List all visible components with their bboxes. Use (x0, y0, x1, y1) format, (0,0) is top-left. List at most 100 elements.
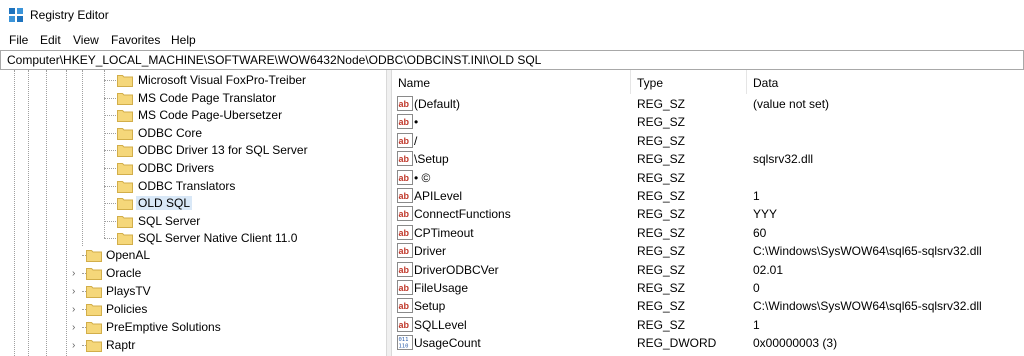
value-row[interactable]: ab / REG_SZ (392, 132, 1024, 150)
address-path[interactable]: Computer\HKEY_LOCAL_MACHINE\SOFTWARE\WOW… (7, 53, 541, 67)
tree-item-label[interactable]: ODBC Driver 13 for SQL Server (136, 143, 310, 157)
tree-item-label[interactable]: Microsoft Visual FoxPro-Treiber (136, 73, 308, 87)
value-type: REG_DWORD (637, 336, 717, 351)
folder-icon (86, 304, 102, 316)
tree-item-label[interactable]: ODBC Core (136, 126, 204, 140)
tree-guide-line (104, 132, 116, 134)
tree-item-label[interactable]: Oracle (104, 266, 143, 280)
tree-item[interactable]: › Oracle (66, 265, 366, 282)
tree-item-label[interactable]: OLD SQL (136, 196, 193, 211)
value-type: REG_SZ (637, 262, 686, 277)
address-bar[interactable]: Computer\HKEY_LOCAL_MACHINE\SOFTWARE\WOW… (0, 50, 1024, 70)
column-header-data[interactable]: Data (753, 76, 778, 90)
menu-edit[interactable]: Edit (40, 33, 61, 47)
tree-item[interactable]: MS Code Page-Ubersetzer (104, 107, 384, 124)
menu-view[interactable]: View (73, 33, 99, 47)
menu-file[interactable]: File (9, 33, 28, 47)
value-name: APILevel (414, 189, 463, 203)
tree-item-label[interactable]: Policies (104, 302, 149, 316)
tree-item-label[interactable]: MS Code Page Translator (136, 91, 278, 105)
tree-item-label[interactable]: PreEmptive Solutions (104, 320, 223, 334)
tree-item[interactable]: SQL Server (104, 213, 384, 230)
value-row[interactable]: ab (Default) REG_SZ (value not set) (392, 95, 1024, 113)
tree-item[interactable]: SQL Server Native Client 11.0 (104, 230, 384, 247)
tree-item-label[interactable]: SQL Server Native Client 11.0 (136, 231, 299, 245)
tree-item[interactable]: › Policies (66, 301, 366, 318)
tree-item[interactable]: › PlaysTV (66, 283, 366, 300)
tree-item[interactable]: ODBC Driver 13 for SQL Server (104, 142, 384, 159)
tree-item-label[interactable]: OpenAL (104, 248, 152, 262)
value-name: • (414, 115, 419, 130)
value-row[interactable]: ab FileUsage REG_SZ 0 (392, 279, 1024, 297)
tree-item[interactable]: Microsoft Visual FoxPro-Treiber (104, 72, 384, 89)
value-data: 0x00000003 (3) (753, 336, 838, 351)
tree-guide-line (104, 168, 116, 169)
tree-item[interactable]: ODBC Translators (104, 178, 384, 195)
value-row[interactable]: ab Driver REG_SZ C:\Windows\SysWOW64\sql65-… (392, 242, 1024, 260)
folder-icon (117, 127, 133, 140)
tree-item[interactable]: ODBC Drivers (104, 160, 384, 177)
value-row[interactable]: ab APILevel REG_SZ 1 (392, 187, 1024, 205)
value-name: DriverODBCVer (414, 262, 499, 277)
menu-help[interactable]: Help (171, 33, 196, 47)
column-header-type[interactable]: Type (637, 76, 663, 90)
value-name: \Setup (414, 152, 449, 167)
column-header-name[interactable]: Name (398, 76, 430, 90)
folder-icon (86, 340, 102, 352)
menu-favorites[interactable]: Favorites (111, 33, 160, 47)
expand-chevron-icon[interactable]: › (72, 287, 82, 297)
value-name: SQLLevel (414, 317, 467, 332)
tree-item-label[interactable]: PlaysTV (104, 284, 153, 298)
key-tree-pane[interactable]: Microsoft Visual FoxPro-Treiber MS Code P… (0, 70, 386, 356)
value-data: 0 (753, 281, 760, 295)
value-row[interactable]: ab CPTimeout REG_SZ 60 (392, 224, 1024, 242)
tree-item[interactable]: › PreEmptive Solutions (66, 319, 366, 336)
value-type: REG_SZ (637, 97, 686, 111)
expand-chevron-icon[interactable]: › (72, 269, 82, 279)
value-row[interactable]: ab • REG_SZ (392, 113, 1024, 131)
string-value-icon: ab (397, 206, 413, 222)
svg-text:ab: ab (399, 301, 410, 311)
folder-icon (117, 163, 133, 175)
string-value-icon: ab (397, 96, 413, 111)
value-type: REG_SZ (637, 281, 686, 295)
tree-item-label[interactable]: ODBC Translators (136, 179, 237, 193)
string-value-icon: ab (397, 316, 413, 332)
tree-item-label[interactable]: ODBC Drivers (136, 161, 216, 175)
tree-item-label[interactable]: SQL Server (136, 214, 202, 228)
column-divider[interactable] (630, 70, 631, 94)
svg-text:ab: ab (399, 154, 410, 164)
value-row[interactable]: ab DriverODBCVer REG_SZ 02.01 (392, 261, 1024, 279)
tree-item[interactable]: OpenAL (66, 247, 366, 264)
svg-text:ab: ab (399, 209, 410, 219)
tree-item[interactable]: OLD SQL (104, 195, 384, 212)
value-name: (Default) (414, 97, 461, 111)
value-row[interactable]: ab ConnectFunctions REG_SZ YYY (392, 205, 1024, 223)
tree-item[interactable]: ODBC Core (104, 125, 384, 142)
value-data: YYY (753, 207, 778, 222)
tree-item-label[interactable]: MS Code Page-Ubersetzer (136, 108, 284, 122)
tree-guide-line (104, 203, 116, 205)
title-bar: Registry Editor (0, 0, 1024, 30)
value-row[interactable]: ab SQLLevel REG_SZ 1 (392, 316, 1024, 334)
value-data: 60 (753, 225, 767, 240)
svg-text:110: 110 (399, 344, 409, 350)
tree-item-label[interactable]: Raptr (104, 338, 137, 352)
expand-chevron-icon[interactable]: › (72, 305, 82, 315)
value-row[interactable]: ab • © REG_SZ (392, 169, 1024, 187)
svg-text:ab: ab (399, 173, 410, 183)
expand-chevron-icon[interactable]: › (72, 323, 82, 333)
value-row[interactable]: ab Setup REG_SZ C:\Windows\SysWOW64\sql65-s… (392, 297, 1024, 315)
value-row[interactable]: ab \Setup REG_SZ sqlsrv32.dll (392, 150, 1024, 168)
value-row[interactable]: 011 110 UsageCount REG_DWORD 0x00000003 (3) (392, 334, 1024, 352)
expand-chevron-icon[interactable]: › (72, 341, 82, 351)
tree-guide-line (28, 70, 29, 356)
value-name: Driver (414, 244, 446, 259)
tree-item[interactable]: MS Code Page Translator (104, 90, 384, 107)
column-divider[interactable] (746, 70, 747, 94)
tree-item[interactable]: › Raptr (66, 337, 366, 354)
values-list-pane[interactable]: Name Type Data ab (Default) REG_SZ (value n… (392, 70, 1024, 356)
svg-text:ab: ab (399, 228, 410, 238)
folder-icon (117, 145, 133, 158)
value-type: REG_SZ (637, 244, 686, 259)
